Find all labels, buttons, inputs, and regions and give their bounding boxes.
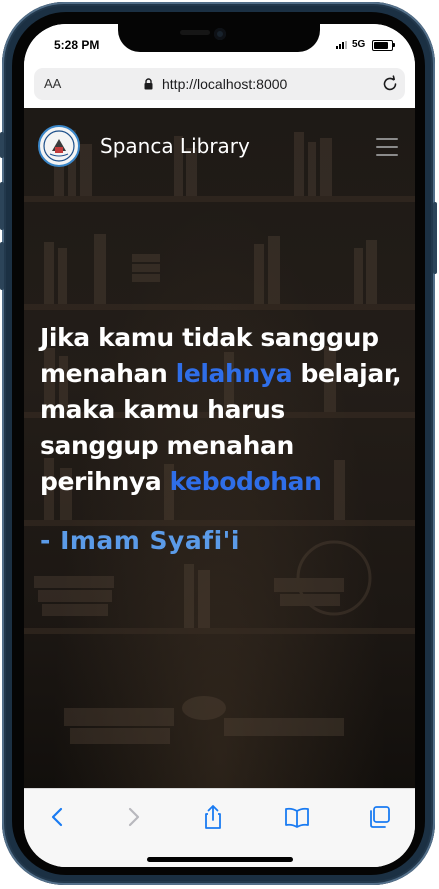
school-emblem-icon: [43, 130, 75, 162]
home-indicator: [147, 857, 293, 862]
share-icon[interactable]: [198, 803, 228, 831]
lock-icon: [144, 78, 153, 90]
hero-quote: Jika kamu tidak sanggup menahan lelahnya…: [40, 320, 405, 500]
volume-up-button: [0, 182, 4, 230]
brand-name[interactable]: Spanca Library: [100, 134, 250, 158]
quote-highlight-2: kebodohan: [169, 467, 322, 496]
screen: 5:28 PM 5G AA http://localhost:8000 Span…: [24, 24, 415, 867]
navbar: Spanca Library: [24, 108, 415, 184]
status-time: 5:28 PM: [54, 38, 100, 52]
quote-highlight-1: lelahnya: [175, 359, 293, 388]
network-type: 5G: [352, 39, 366, 50]
tabs-icon[interactable]: [365, 803, 395, 831]
reload-icon[interactable]: [380, 74, 400, 94]
signal-icon: [336, 41, 348, 49]
hero-section: Spanca Library Jika kamu tidak sanggup m…: [24, 108, 415, 788]
library-logo[interactable]: [38, 125, 80, 167]
quote-author: - Imam Syafi'i: [40, 526, 240, 555]
mute-switch: [0, 132, 4, 158]
text-size-button[interactable]: AA: [44, 76, 61, 91]
browser-toolbar: [24, 788, 415, 867]
url-text[interactable]: http://localhost:8000: [162, 76, 287, 92]
battery-tip: [393, 43, 395, 47]
power-button: [433, 202, 437, 274]
forward-icon[interactable]: [119, 803, 149, 831]
menu-icon[interactable]: [376, 138, 398, 156]
battery-icon: [372, 40, 393, 51]
address-bar[interactable]: AA http://localhost:8000: [34, 68, 405, 100]
notch: [118, 24, 320, 52]
back-icon[interactable]: [42, 803, 72, 831]
bookmarks-icon[interactable]: [282, 803, 312, 831]
volume-down-button: [0, 242, 4, 290]
speaker: [180, 30, 210, 35]
front-camera: [214, 28, 226, 40]
